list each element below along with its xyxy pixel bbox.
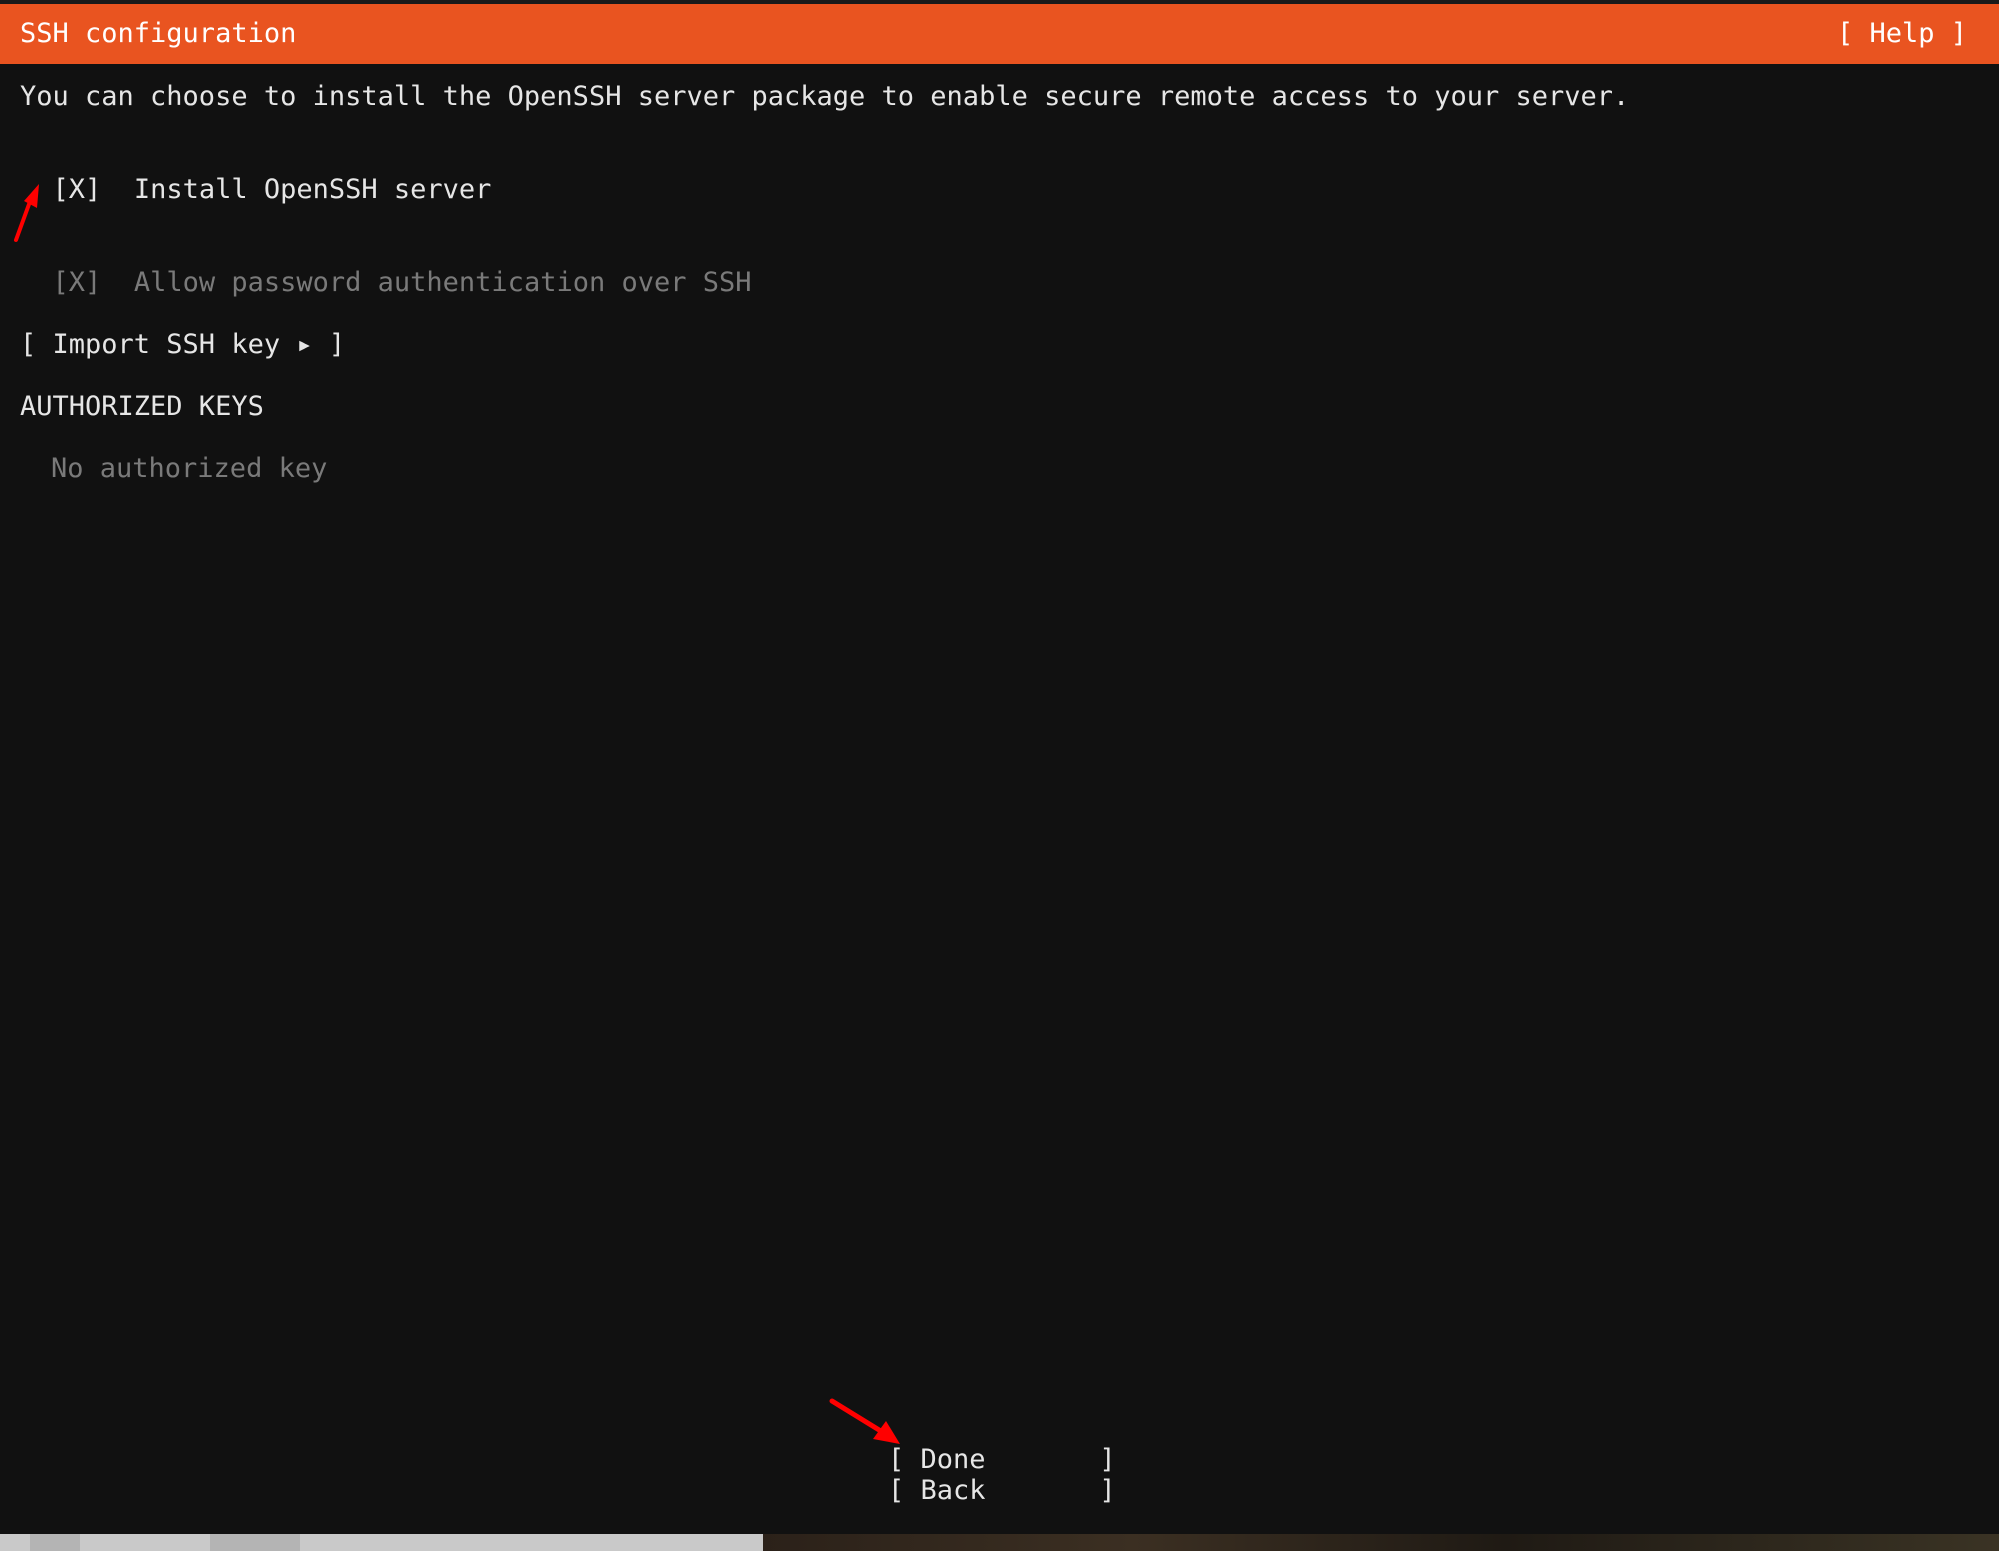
install-openssh-checkbox[interactable]: [X] — [53, 174, 102, 205]
install-openssh-label: Install OpenSSH server — [133, 174, 492, 205]
description-text: You can choose to install the OpenSSH se… — [20, 81, 1630, 112]
allow-password-auth-label: Allow password authentication over SSH — [133, 267, 752, 298]
allow-password-auth-option[interactable]: [X] Allow password authentication over S… — [20, 236, 752, 298]
authorized-keys-heading: AUTHORIZED KEYS — [20, 391, 264, 422]
import-ssh-key-button[interactable]: [ Import SSH key ▸ ] — [20, 329, 345, 360]
no-authorized-key-text: No authorized key — [51, 453, 328, 484]
bottom-desktop-strip — [0, 1534, 1999, 1551]
title-bar: SSH configuration [ Help ] — [0, 4, 1999, 64]
back-button[interactable]: [ Back ] — [888, 1475, 1116, 1506]
page-title: SSH configuration — [20, 18, 297, 49]
red-arrow-icon — [14, 184, 39, 242]
help-button[interactable]: [ Help ] — [1837, 4, 1967, 64]
install-openssh-option[interactable]: [X] Install OpenSSH server — [20, 143, 492, 205]
red-arrow-icon — [829, 1398, 900, 1444]
done-button[interactable]: [ Done ] — [888, 1444, 1116, 1475]
allow-password-auth-checkbox[interactable]: [X] — [53, 267, 102, 298]
